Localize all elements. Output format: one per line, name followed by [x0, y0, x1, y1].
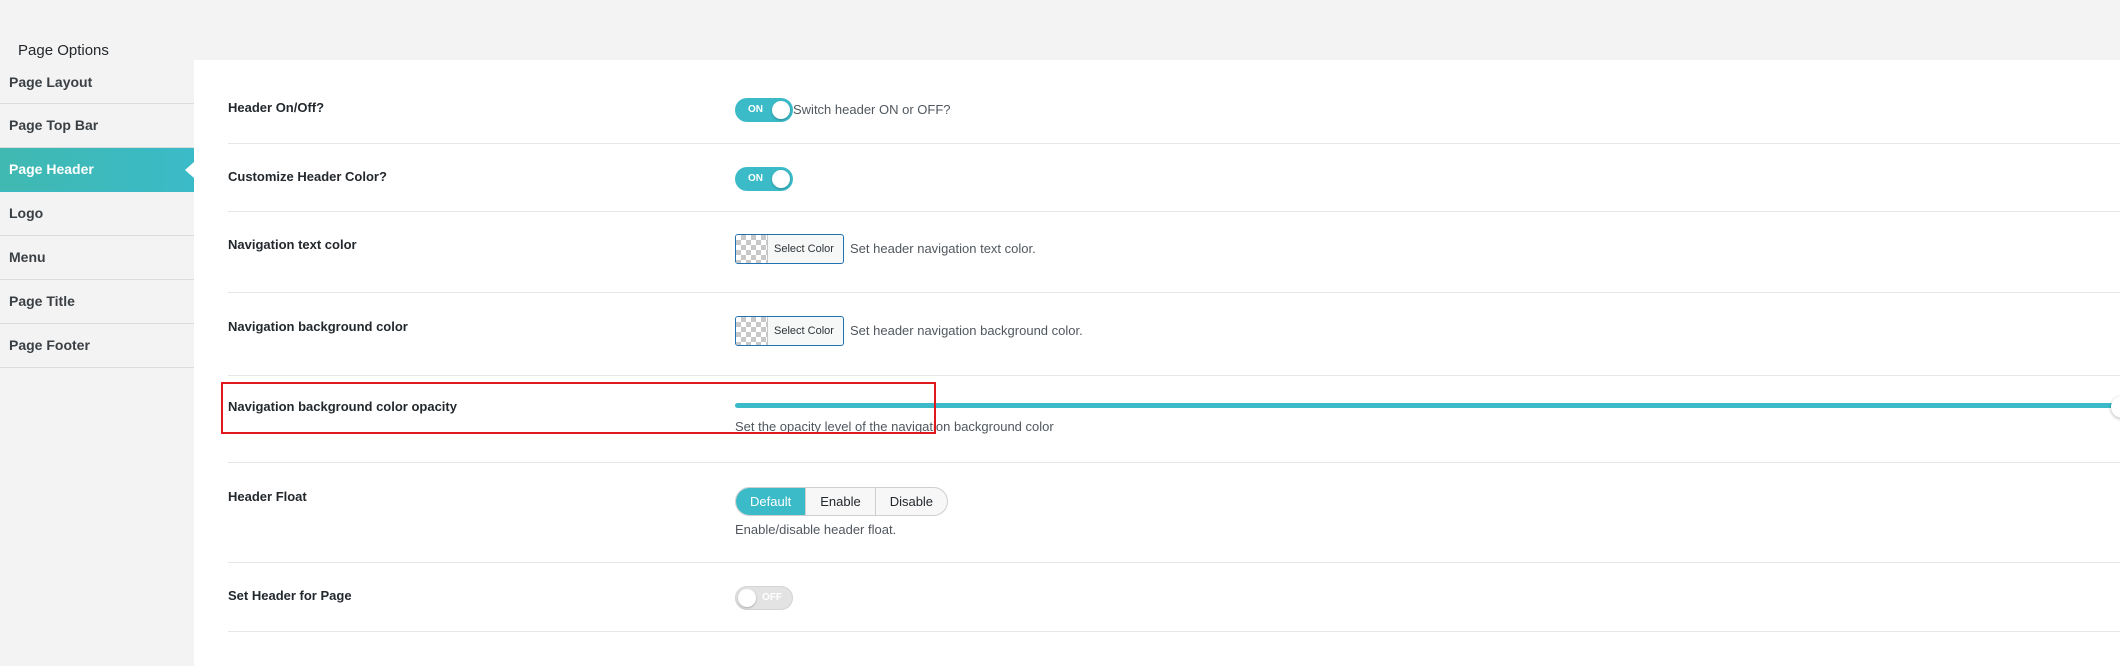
- setting-label: Customize Header Color?: [228, 169, 387, 184]
- toggle-knob: [772, 101, 790, 119]
- toggle-text: ON: [748, 104, 763, 115]
- setting-label: Set Header for Page: [228, 588, 352, 603]
- setting-label: Navigation background color: [228, 319, 408, 334]
- header-float-enable-button[interactable]: Enable: [805, 488, 874, 515]
- sidebar-item-label: Page Footer: [9, 337, 90, 353]
- setting-row-header-float: Header Float Default Enable Disable Enab…: [228, 463, 2120, 563]
- toggle-text: OFF: [762, 592, 782, 603]
- setting-description: Set the opacity level of the navigation …: [735, 419, 1054, 434]
- header-float-default-button[interactable]: Default: [736, 488, 806, 515]
- setting-label: Header On/Off?: [228, 100, 325, 115]
- sidebar-item-menu[interactable]: Menu: [0, 236, 194, 280]
- sidebar: Page Layout Page Top Bar Page Header Log…: [0, 61, 194, 368]
- setting-row-customize-header-color: Customize Header Color? ON: [228, 144, 2120, 212]
- header-float-disable-button[interactable]: Disable: [874, 488, 947, 515]
- setting-description: Set header navigation background color.: [850, 323, 1083, 338]
- sidebar-item-page-footer[interactable]: Page Footer: [0, 324, 194, 368]
- nav-text-color-picker-button[interactable]: Select Color: [735, 234, 844, 264]
- setting-row-set-header-for-page: Set Header for Page OFF: [228, 563, 2120, 632]
- header-float-button-group: Default Enable Disable: [735, 487, 949, 516]
- setting-description: Enable/disable header float.: [735, 522, 897, 537]
- toggle-knob: [738, 589, 756, 607]
- opacity-slider-handle[interactable]: [2111, 396, 2120, 418]
- header-on-off-toggle[interactable]: ON: [735, 98, 793, 122]
- setting-label: Navigation background color opacity: [228, 399, 457, 414]
- sidebar-item-label: Page Top Bar: [9, 117, 99, 133]
- sidebar-item-page-layout[interactable]: Page Layout: [0, 61, 194, 104]
- select-color-label: Select Color: [774, 243, 834, 255]
- sidebar-item-label: Menu: [9, 249, 46, 265]
- sidebar-item-label: Page Title: [9, 293, 75, 309]
- sidebar-item-label: Page Layout: [9, 74, 93, 90]
- toggle-knob: [772, 170, 790, 188]
- setting-row-nav-bg-opacity: Navigation background color opacity 00 S…: [228, 376, 2120, 463]
- transparent-swatch-icon: [736, 235, 768, 263]
- nav-bg-color-picker-button[interactable]: Select Color: [735, 316, 844, 346]
- set-header-for-page-toggle[interactable]: OFF: [735, 586, 793, 610]
- settings-panel: Header On/Off? ON Switch header ON or OF…: [194, 60, 2120, 666]
- setting-label: Header Float: [228, 489, 307, 504]
- setting-row-nav-bg-color: Navigation background color Select Color…: [228, 293, 2120, 376]
- sidebar-item-page-top-bar[interactable]: Page Top Bar: [0, 104, 194, 148]
- toggle-text: ON: [748, 173, 763, 184]
- sidebar-item-label: Logo: [9, 205, 44, 221]
- opacity-slider-track[interactable]: [735, 403, 2120, 408]
- customize-header-color-toggle[interactable]: ON: [735, 167, 793, 191]
- select-color-label: Select Color: [774, 325, 834, 337]
- setting-row-nav-text-color: Navigation text color Select Color Set h…: [228, 212, 2120, 293]
- setting-description: Switch header ON or OFF?: [793, 102, 951, 117]
- page-title: Page Options: [18, 42, 109, 59]
- sidebar-item-logo[interactable]: Logo: [0, 192, 194, 236]
- setting-description: Set header navigation text color.: [850, 241, 1036, 256]
- sidebar-item-page-title[interactable]: Page Title: [0, 280, 194, 324]
- sidebar-item-page-header[interactable]: Page Header: [0, 148, 194, 192]
- setting-row-header-on-off: Header On/Off? ON Switch header ON or OF…: [228, 60, 2120, 144]
- sidebar-item-label: Page Header: [9, 161, 94, 177]
- setting-label: Navigation text color: [228, 237, 357, 252]
- transparent-swatch-icon: [736, 317, 768, 345]
